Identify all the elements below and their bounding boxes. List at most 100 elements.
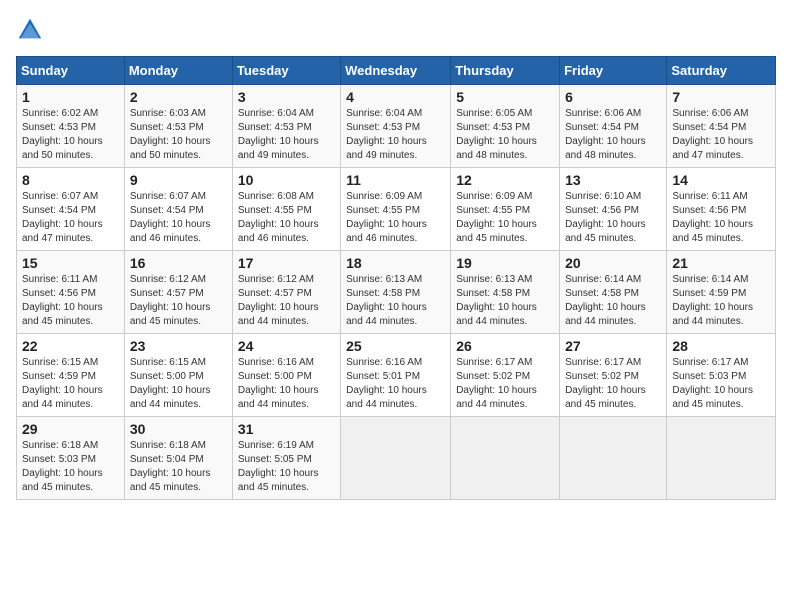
day-info: Sunrise: 6:13 AM Sunset: 4:58 PM Dayligh… [346, 273, 445, 329]
calendar-table: SundayMondayTuesdayWednesdayThursdayFrid… [16, 56, 776, 500]
day-number: 5 [456, 89, 554, 105]
day-info: Sunrise: 6:02 AM Sunset: 4:53 PM Dayligh… [22, 107, 119, 163]
day-info: Sunrise: 6:19 AM Sunset: 5:05 PM Dayligh… [238, 439, 335, 495]
calendar-cell: 2 Sunrise: 6:03 AM Sunset: 4:53 PM Daylig… [124, 85, 232, 168]
day-number: 12 [456, 172, 554, 188]
day-info: Sunrise: 6:06 AM Sunset: 4:54 PM Dayligh… [672, 107, 770, 163]
calendar-cell: 29 Sunrise: 6:18 AM Sunset: 5:03 PM Dayli… [17, 417, 125, 500]
calendar-week-2: 8 Sunrise: 6:07 AM Sunset: 4:54 PM Daylig… [17, 168, 776, 251]
day-number: 23 [130, 338, 227, 354]
calendar-cell: 30 Sunrise: 6:18 AM Sunset: 5:04 PM Dayli… [124, 417, 232, 500]
header-saturday: Saturday [667, 57, 776, 85]
logo [16, 16, 48, 44]
calendar-cell: 4Sunrise: 6:04 AM Sunset: 4:53 PM Daylig… [341, 85, 451, 168]
day-number: 8 [22, 172, 119, 188]
day-info: Sunrise: 6:16 AM Sunset: 5:00 PM Dayligh… [238, 356, 335, 412]
calendar-cell: 8 Sunrise: 6:07 AM Sunset: 4:54 PM Daylig… [17, 168, 125, 251]
calendar-week-1: 1Sunrise: 6:02 AM Sunset: 4:53 PM Daylig… [17, 85, 776, 168]
day-number: 27 [565, 338, 661, 354]
day-number: 21 [672, 255, 770, 271]
day-number: 15 [22, 255, 119, 271]
calendar-week-5: 29 Sunrise: 6:18 AM Sunset: 5:03 PM Dayli… [17, 417, 776, 500]
day-info: Sunrise: 6:09 AM Sunset: 4:55 PM Dayligh… [346, 190, 445, 246]
header-tuesday: Tuesday [232, 57, 340, 85]
day-number: 6 [565, 89, 661, 105]
day-number: 22 [22, 338, 119, 354]
day-number: 13 [565, 172, 661, 188]
day-info: Sunrise: 6:07 AM Sunset: 4:54 PM Dayligh… [22, 190, 119, 246]
day-number: 26 [456, 338, 554, 354]
calendar-cell: 26 Sunrise: 6:17 AM Sunset: 5:02 PM Dayli… [451, 334, 560, 417]
header-monday: Monday [124, 57, 232, 85]
calendar-cell: 22 Sunrise: 6:15 AM Sunset: 4:59 PM Dayli… [17, 334, 125, 417]
logo-icon [16, 16, 44, 44]
day-number: 17 [238, 255, 335, 271]
day-info: Sunrise: 6:15 AM Sunset: 4:59 PM Dayligh… [22, 356, 119, 412]
calendar-week-4: 22 Sunrise: 6:15 AM Sunset: 4:59 PM Dayli… [17, 334, 776, 417]
calendar-cell: 14 Sunrise: 6:11 AM Sunset: 4:56 PM Dayli… [667, 168, 776, 251]
day-info: Sunrise: 6:14 AM Sunset: 4:59 PM Dayligh… [672, 273, 770, 329]
day-number: 16 [130, 255, 227, 271]
day-number: 20 [565, 255, 661, 271]
day-info: Sunrise: 6:18 AM Sunset: 5:04 PM Dayligh… [130, 439, 227, 495]
day-info: Sunrise: 6:16 AM Sunset: 5:01 PM Dayligh… [346, 356, 445, 412]
day-info: Sunrise: 6:03 AM Sunset: 4:53 PM Dayligh… [130, 107, 227, 163]
calendar-cell: 3 Sunrise: 6:04 AM Sunset: 4:53 PM Daylig… [232, 85, 340, 168]
day-info: Sunrise: 6:12 AM Sunset: 4:57 PM Dayligh… [238, 273, 335, 329]
header-wednesday: Wednesday [341, 57, 451, 85]
calendar-cell [667, 417, 776, 500]
calendar-cell: 6 Sunrise: 6:06 AM Sunset: 4:54 PM Daylig… [560, 85, 667, 168]
header-friday: Friday [560, 57, 667, 85]
calendar-cell: 31 Sunrise: 6:19 AM Sunset: 5:05 PM Dayli… [232, 417, 340, 500]
day-info: Sunrise: 6:11 AM Sunset: 4:56 PM Dayligh… [22, 273, 119, 329]
calendar-week-3: 15 Sunrise: 6:11 AM Sunset: 4:56 PM Dayli… [17, 251, 776, 334]
calendar-cell: 21 Sunrise: 6:14 AM Sunset: 4:59 PM Dayli… [667, 251, 776, 334]
day-info: Sunrise: 6:17 AM Sunset: 5:02 PM Dayligh… [565, 356, 661, 412]
calendar-cell [451, 417, 560, 500]
day-info: Sunrise: 6:17 AM Sunset: 5:02 PM Dayligh… [456, 356, 554, 412]
day-info: Sunrise: 6:18 AM Sunset: 5:03 PM Dayligh… [22, 439, 119, 495]
day-number: 29 [22, 421, 119, 437]
calendar-cell: 11 Sunrise: 6:09 AM Sunset: 4:55 PM Dayli… [341, 168, 451, 251]
day-info: Sunrise: 6:11 AM Sunset: 4:56 PM Dayligh… [672, 190, 770, 246]
day-number: 10 [238, 172, 335, 188]
day-number: 14 [672, 172, 770, 188]
day-number: 24 [238, 338, 335, 354]
day-number: 30 [130, 421, 227, 437]
calendar-cell: 12 Sunrise: 6:09 AM Sunset: 4:55 PM Dayli… [451, 168, 560, 251]
day-info: Sunrise: 6:13 AM Sunset: 4:58 PM Dayligh… [456, 273, 554, 329]
calendar-cell: 15 Sunrise: 6:11 AM Sunset: 4:56 PM Dayli… [17, 251, 125, 334]
day-info: Sunrise: 6:04 AM Sunset: 4:53 PM Dayligh… [238, 107, 335, 163]
calendar-cell: 28 Sunrise: 6:17 AM Sunset: 5:03 PM Dayli… [667, 334, 776, 417]
calendar-cell: 10 Sunrise: 6:08 AM Sunset: 4:55 PM Dayli… [232, 168, 340, 251]
calendar-cell: 20 Sunrise: 6:14 AM Sunset: 4:58 PM Dayli… [560, 251, 667, 334]
day-info: Sunrise: 6:15 AM Sunset: 5:00 PM Dayligh… [130, 356, 227, 412]
day-info: Sunrise: 6:06 AM Sunset: 4:54 PM Dayligh… [565, 107, 661, 163]
day-number: 31 [238, 421, 335, 437]
calendar-cell: 18 Sunrise: 6:13 AM Sunset: 4:58 PM Dayli… [341, 251, 451, 334]
calendar-cell: 17 Sunrise: 6:12 AM Sunset: 4:57 PM Dayli… [232, 251, 340, 334]
day-info: Sunrise: 6:14 AM Sunset: 4:58 PM Dayligh… [565, 273, 661, 329]
day-number: 3 [238, 89, 335, 105]
day-info: Sunrise: 6:08 AM Sunset: 4:55 PM Dayligh… [238, 190, 335, 246]
calendar-cell: 1Sunrise: 6:02 AM Sunset: 4:53 PM Daylig… [17, 85, 125, 168]
calendar-cell [560, 417, 667, 500]
calendar-cell: 16Sunrise: 6:12 AM Sunset: 4:57 PM Dayli… [124, 251, 232, 334]
day-info: Sunrise: 6:17 AM Sunset: 5:03 PM Dayligh… [672, 356, 770, 412]
calendar-header-row: SundayMondayTuesdayWednesdayThursdayFrid… [17, 57, 776, 85]
calendar-cell: 24 Sunrise: 6:16 AM Sunset: 5:00 PM Dayli… [232, 334, 340, 417]
calendar-cell: 25Sunrise: 6:16 AM Sunset: 5:01 PM Dayli… [341, 334, 451, 417]
day-number: 18 [346, 255, 445, 271]
day-number: 11 [346, 172, 445, 188]
calendar-cell: 23 Sunrise: 6:15 AM Sunset: 5:00 PM Dayli… [124, 334, 232, 417]
calendar-cell: 19 Sunrise: 6:13 AM Sunset: 4:58 PM Dayli… [451, 251, 560, 334]
day-number: 2 [130, 89, 227, 105]
day-info: Sunrise: 6:10 AM Sunset: 4:56 PM Dayligh… [565, 190, 661, 246]
day-number: 28 [672, 338, 770, 354]
day-number: 9 [130, 172, 227, 188]
calendar-cell: 27 Sunrise: 6:17 AM Sunset: 5:02 PM Dayli… [560, 334, 667, 417]
calendar-cell: 9Sunrise: 6:07 AM Sunset: 4:54 PM Daylig… [124, 168, 232, 251]
calendar-cell: 5Sunrise: 6:05 AM Sunset: 4:53 PM Daylig… [451, 85, 560, 168]
day-number: 19 [456, 255, 554, 271]
day-info: Sunrise: 6:09 AM Sunset: 4:55 PM Dayligh… [456, 190, 554, 246]
